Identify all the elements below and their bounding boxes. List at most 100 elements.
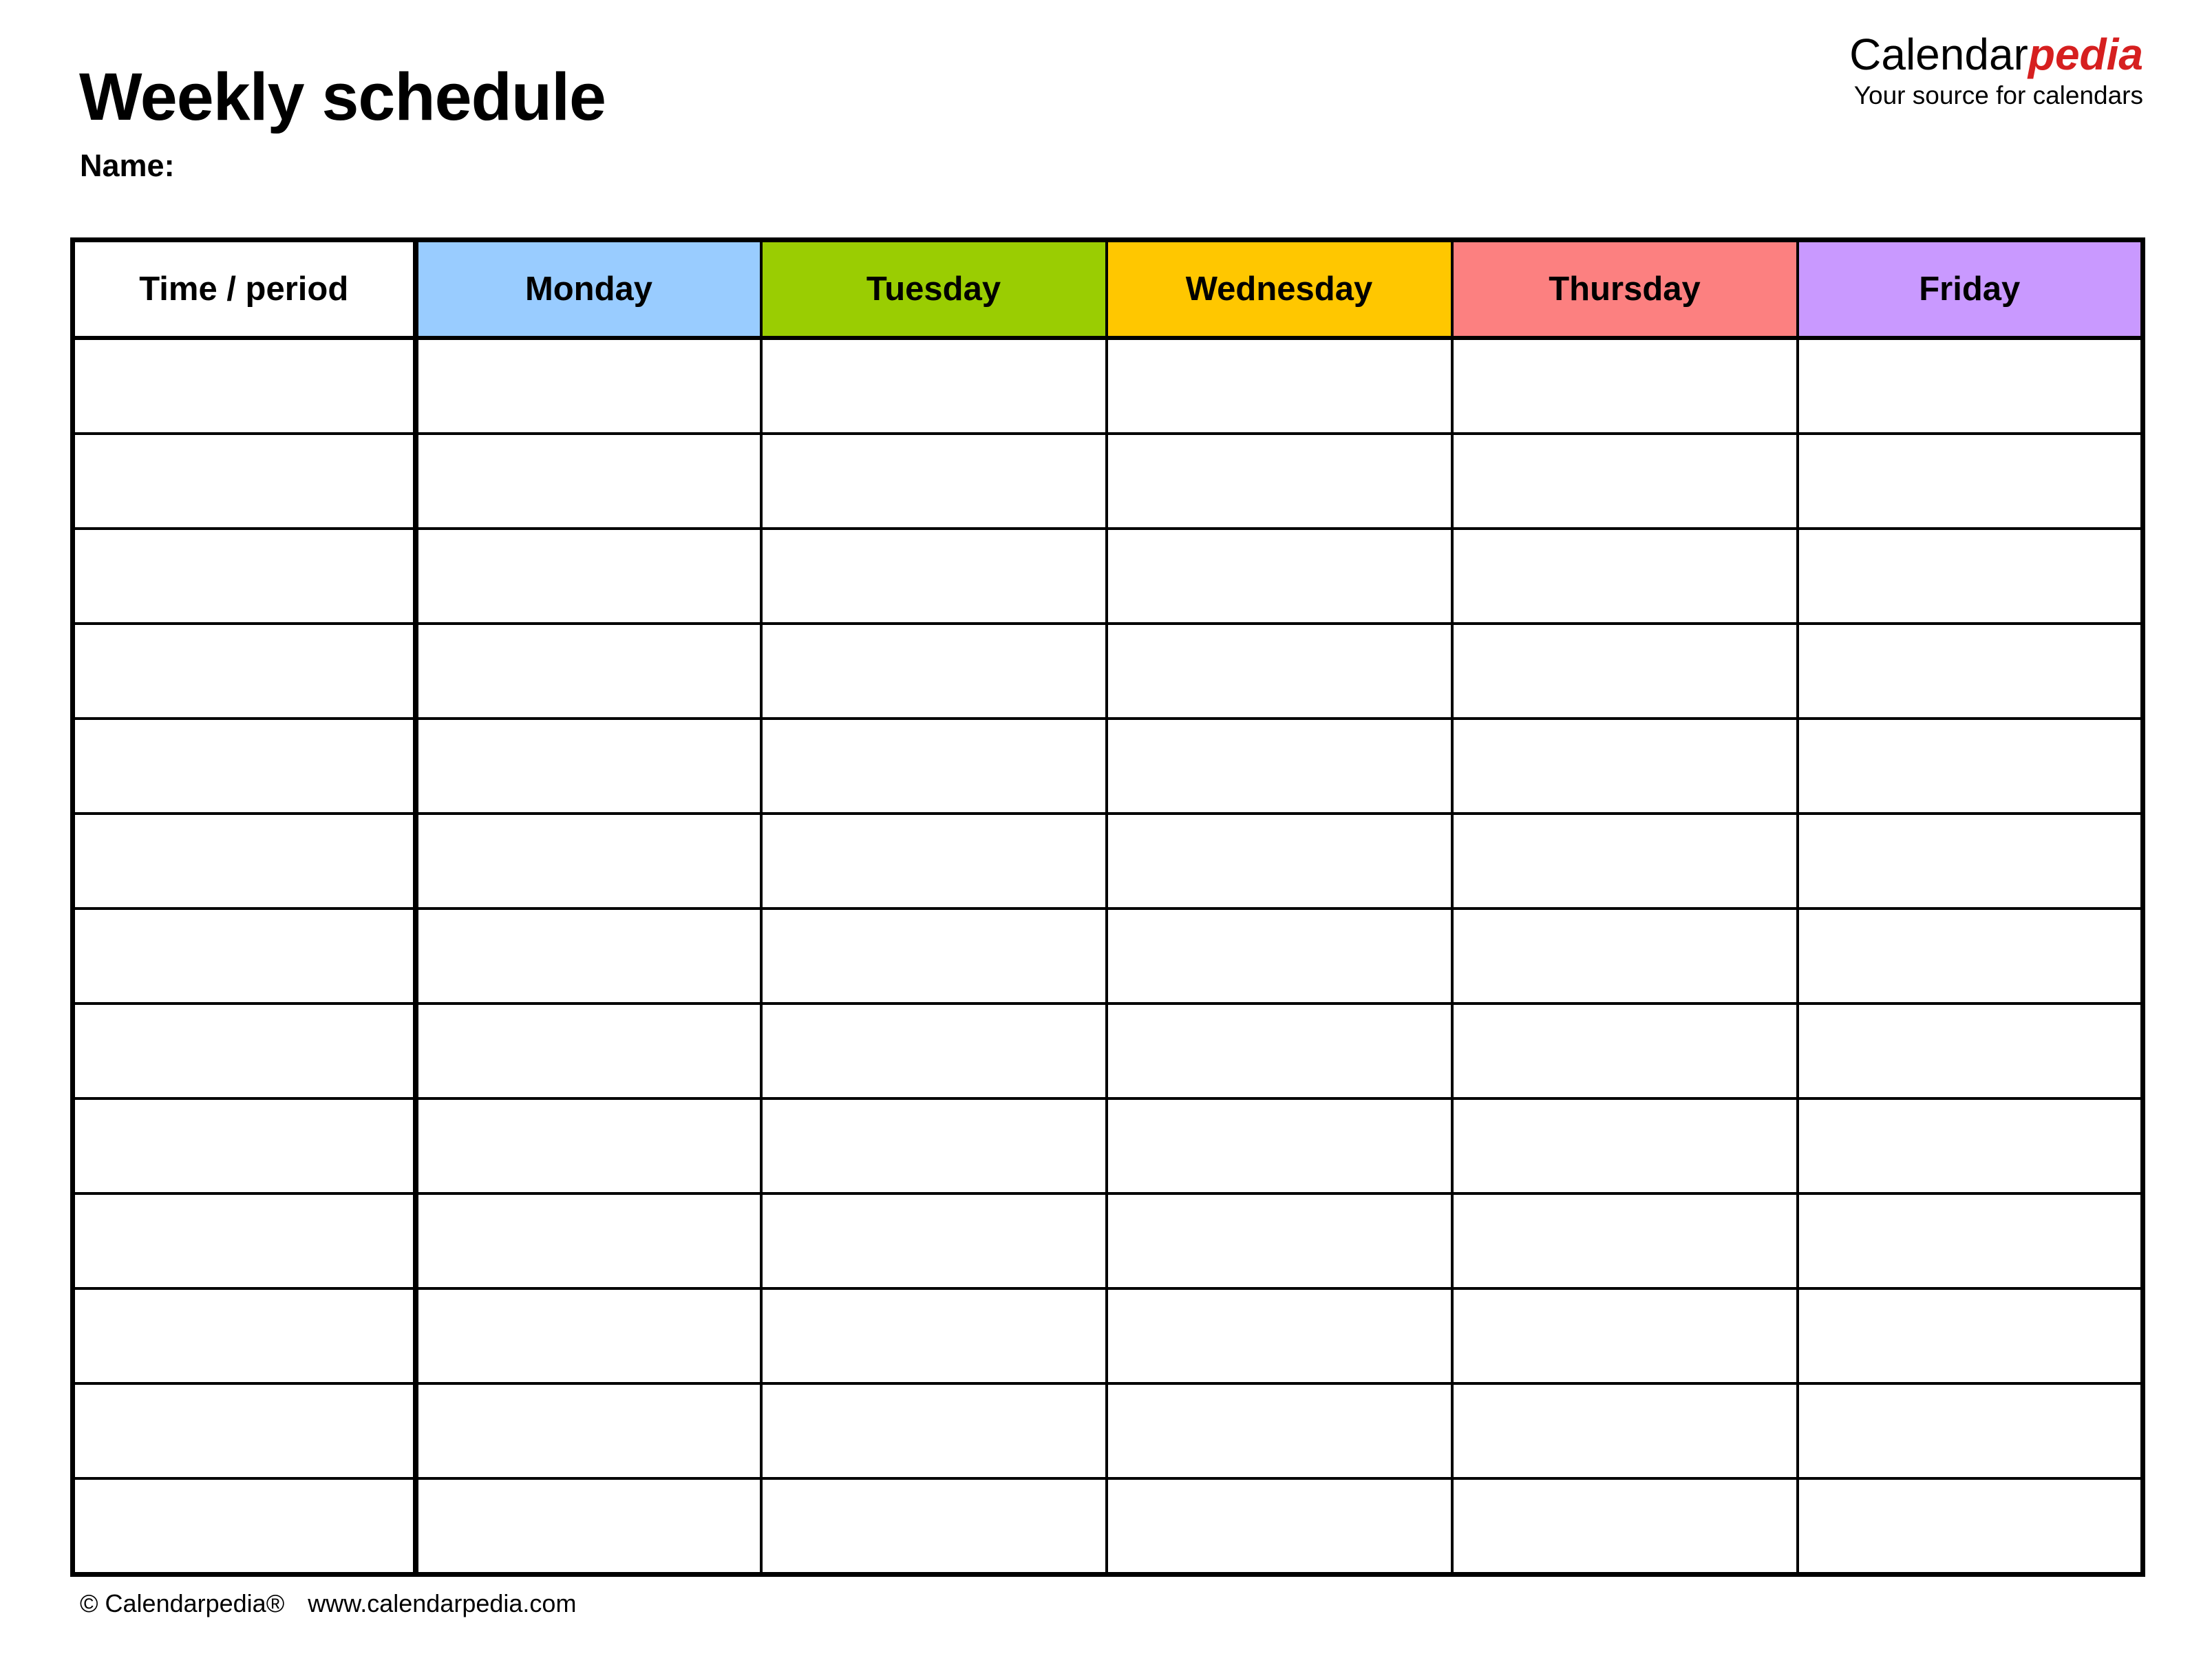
schedule-cell-friday[interactable] <box>1796 1287 2145 1385</box>
schedule-cell-time[interactable] <box>71 1287 417 1385</box>
schedule-cell-tuesday[interactable] <box>759 1002 1108 1100</box>
schedule-cell-thursday[interactable] <box>1450 812 1799 910</box>
schedule-cell-friday[interactable] <box>1796 1477 2145 1576</box>
table-row <box>71 717 2145 815</box>
schedule-cell-time[interactable] <box>71 1192 417 1290</box>
schedule-cell-friday[interactable] <box>1796 527 2145 625</box>
schedule-cell-tuesday[interactable] <box>759 527 1108 625</box>
schedule-cell-wednesday[interactable] <box>1105 1477 1454 1576</box>
schedule-cell-wednesday[interactable] <box>1105 1287 1454 1385</box>
schedule-cell-tuesday[interactable] <box>759 1287 1108 1385</box>
schedule-cell-friday[interactable] <box>1796 812 2145 910</box>
schedule-cell-wednesday[interactable] <box>1105 337 1454 435</box>
schedule-cell-monday[interactable] <box>412 1382 763 1480</box>
table-header-row: Time / period Monday Tuesday Wednesday T… <box>71 238 2145 340</box>
schedule-cell-monday[interactable] <box>412 1287 763 1385</box>
schedule-cell-time[interactable] <box>71 337 417 435</box>
column-header-monday: Monday <box>412 238 763 340</box>
table-row <box>71 812 2145 910</box>
schedule-cell-tuesday[interactable] <box>759 717 1108 815</box>
schedule-cell-monday[interactable] <box>412 527 763 625</box>
schedule-cell-time[interactable] <box>71 717 417 815</box>
schedule-cell-thursday[interactable] <box>1450 1097 1799 1195</box>
schedule-cell-friday[interactable] <box>1796 907 2145 1005</box>
schedule-cell-wednesday[interactable] <box>1105 1002 1454 1100</box>
schedule-cell-monday[interactable] <box>412 1097 763 1195</box>
schedule-cell-wednesday[interactable] <box>1105 622 1454 720</box>
schedule-cell-tuesday[interactable] <box>759 1097 1108 1195</box>
table-row <box>71 1382 2145 1480</box>
schedule-cell-tuesday[interactable] <box>759 1382 1108 1480</box>
schedule-cell-wednesday[interactable] <box>1105 432 1454 530</box>
schedule-cell-time[interactable] <box>71 1002 417 1100</box>
schedule-cell-thursday[interactable] <box>1450 1192 1799 1290</box>
schedule-cell-wednesday[interactable] <box>1105 907 1454 1005</box>
schedule-cell-friday[interactable] <box>1796 1192 2145 1290</box>
schedule-cell-wednesday[interactable] <box>1105 527 1454 625</box>
calendarpedia-logo: Calendarpedia Your source for calendars <box>1849 30 2143 110</box>
schedule-cell-monday[interactable] <box>412 1002 763 1100</box>
schedule-cell-thursday[interactable] <box>1450 432 1799 530</box>
schedule-cell-tuesday[interactable] <box>759 337 1108 435</box>
schedule-cell-thursday[interactable] <box>1450 527 1799 625</box>
schedule-cell-friday[interactable] <box>1796 1382 2145 1480</box>
schedule-cell-time[interactable] <box>71 1097 417 1195</box>
logo-wordmark: Calendarpedia <box>1849 30 2143 79</box>
schedule-cell-tuesday[interactable] <box>759 1192 1108 1290</box>
schedule-cell-wednesday[interactable] <box>1105 1382 1454 1480</box>
schedule-cell-thursday[interactable] <box>1450 337 1799 435</box>
schedule-cell-wednesday[interactable] <box>1105 717 1454 815</box>
schedule-cell-tuesday[interactable] <box>759 622 1108 720</box>
schedule-cell-thursday[interactable] <box>1450 1002 1799 1100</box>
schedule-cell-wednesday[interactable] <box>1105 812 1454 910</box>
schedule-cell-wednesday[interactable] <box>1105 1192 1454 1290</box>
schedule-cell-monday[interactable] <box>412 907 763 1005</box>
schedule-cell-tuesday[interactable] <box>759 1477 1108 1576</box>
schedule-cell-time[interactable] <box>71 1477 417 1576</box>
schedule-cell-tuesday[interactable] <box>759 907 1108 1005</box>
schedule-cell-time[interactable] <box>71 432 417 530</box>
schedule-cell-thursday[interactable] <box>1450 1382 1799 1480</box>
schedule-cell-friday[interactable] <box>1796 432 2145 530</box>
schedule-cell-thursday[interactable] <box>1450 1477 1799 1576</box>
schedule-cell-monday[interactable] <box>412 1477 763 1576</box>
schedule-cell-time[interactable] <box>71 1382 417 1480</box>
schedule-cell-wednesday[interactable] <box>1105 1097 1454 1195</box>
schedule-cell-monday[interactable] <box>412 1192 763 1290</box>
schedule-cell-thursday[interactable] <box>1450 622 1799 720</box>
logo-wordmark-accent: pedia <box>2028 30 2143 79</box>
table-row <box>71 1192 2145 1290</box>
weekly-schedule-table: Time / period Monday Tuesday Wednesday T… <box>70 237 2145 1577</box>
weekly-schedule-page: Weekly schedule Name: Calendarpedia Your… <box>0 0 2212 1667</box>
schedule-cell-monday[interactable] <box>412 432 763 530</box>
schedule-cell-thursday[interactable] <box>1450 717 1799 815</box>
table-row <box>71 1287 2145 1385</box>
footer: © Calendarpedia® www.calendarpedia.com <box>80 1589 576 1618</box>
schedule-cell-time[interactable] <box>71 907 417 1005</box>
schedule-cell-time[interactable] <box>71 812 417 910</box>
schedule-cell-monday[interactable] <box>412 717 763 815</box>
schedule-cell-monday[interactable] <box>412 812 763 910</box>
footer-website[interactable]: www.calendarpedia.com <box>308 1589 576 1617</box>
schedule-cell-friday[interactable] <box>1796 337 2145 435</box>
schedule-cell-monday[interactable] <box>412 622 763 720</box>
table-row <box>71 1097 2145 1195</box>
schedule-cell-time[interactable] <box>71 622 417 720</box>
schedule-cell-tuesday[interactable] <box>759 812 1108 910</box>
schedule-cell-friday[interactable] <box>1796 1002 2145 1100</box>
schedule-cell-friday[interactable] <box>1796 622 2145 720</box>
schedule-cell-tuesday[interactable] <box>759 432 1108 530</box>
schedule-cell-monday[interactable] <box>412 337 763 435</box>
column-header-time-period: Time / period <box>71 238 417 340</box>
table-row <box>71 527 2145 625</box>
table-row <box>71 622 2145 720</box>
table-row <box>71 1002 2145 1100</box>
schedule-cell-thursday[interactable] <box>1450 907 1799 1005</box>
footer-copyright: © Calendarpedia® <box>80 1589 285 1617</box>
logo-wordmark-primary: Calendar <box>1849 30 2028 79</box>
schedule-cell-friday[interactable] <box>1796 1097 2145 1195</box>
schedule-cell-thursday[interactable] <box>1450 1287 1799 1385</box>
schedule-cell-time[interactable] <box>71 527 417 625</box>
table-row <box>71 907 2145 1005</box>
schedule-cell-friday[interactable] <box>1796 717 2145 815</box>
